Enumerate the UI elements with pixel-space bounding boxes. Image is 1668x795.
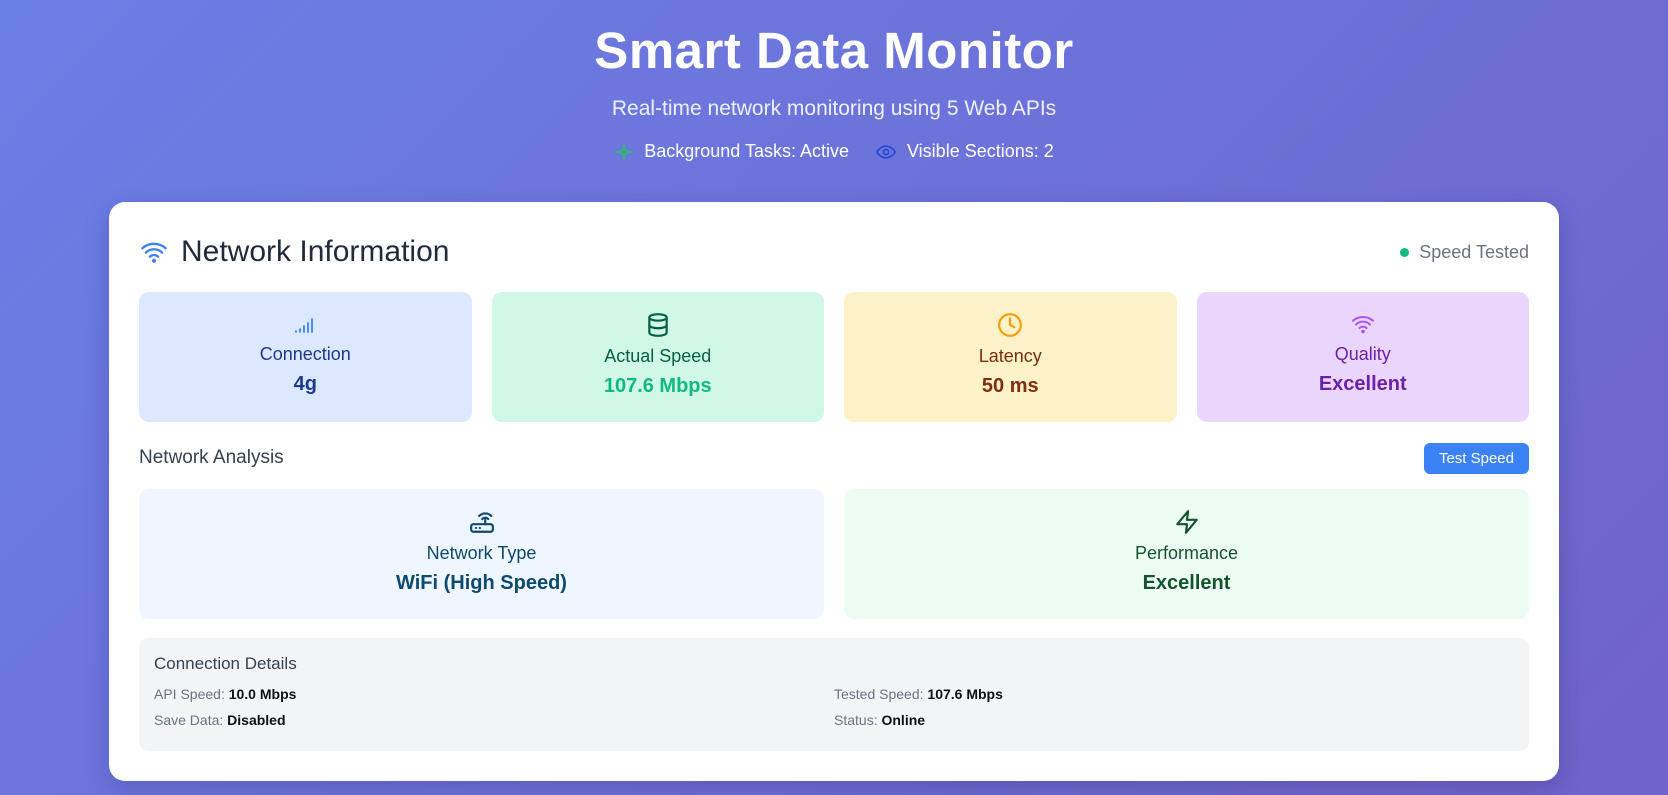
network-card-header: Network Information Speed Tested <box>139 232 1529 272</box>
activity-icon <box>615 142 634 161</box>
detail-value: Disabled <box>227 712 286 728</box>
page-title: Smart Data Monitor <box>594 22 1074 79</box>
detail-api-speed: API Speed: 10.0 Mbps <box>154 686 834 702</box>
analysis-title: Network Analysis <box>139 447 284 468</box>
router-icon <box>469 512 494 533</box>
detail-key: API Speed: <box>154 686 225 702</box>
stat-label: Quality <box>1334 344 1391 364</box>
stat-value: Excellent <box>1318 373 1407 395</box>
details-title: Connection Details <box>154 654 297 673</box>
connection-details: Connection Details API Speed: 10.0 Mbps … <box>139 638 1529 751</box>
wifi-icon <box>141 242 167 263</box>
network-title: Network Information <box>181 235 450 268</box>
background-tasks-label: Background Tasks: Active <box>644 141 849 161</box>
page-subtitle: Real-time network monitoring using 5 Web… <box>611 97 1057 120</box>
lightning-icon <box>1175 510 1198 534</box>
analysis-label: Network Type <box>426 543 537 563</box>
stat-value: 50 ms <box>981 375 1039 397</box>
detail-value: 107.6 Mbps <box>927 686 1003 702</box>
page-header: Smart Data Monitor Real-time network mon… <box>0 0 1668 162</box>
visible-sections-status: Visible Sections: 2 <box>875 141 1054 162</box>
detail-key: Save Data: <box>154 712 224 728</box>
detail-save-data: Save Data: Disabled <box>154 712 834 728</box>
stat-latency: Latency 50 ms <box>844 292 1177 422</box>
analysis-performance: Performance Excellent <box>844 489 1529 619</box>
test-speed-button[interactable]: Test Speed <box>1423 442 1529 474</box>
detail-value: Online <box>881 712 926 728</box>
analysis-network-type: Network Type WiFi (High Speed) <box>139 489 824 619</box>
clock-icon <box>998 313 1023 337</box>
network-stats: Connection 4g Actual Speed 107.6 Mbps La… <box>139 292 1529 422</box>
speed-tested-label: Speed Tested <box>1419 241 1529 262</box>
detail-value: 10.0 Mbps <box>228 686 297 702</box>
analysis-value: Excellent <box>1142 572 1231 594</box>
detail-tested-speed: Tested Speed: 107.6 Mbps <box>834 686 1514 702</box>
wifi-icon <box>1351 316 1374 334</box>
analysis-header: Network Analysis Test Speed <box>139 442 1529 474</box>
analysis-grid: Network Type WiFi (High Speed) Performan… <box>139 489 1529 619</box>
stat-label: Latency <box>978 346 1042 366</box>
details-grid: API Speed: 10.0 Mbps Tested Speed: 107.6… <box>154 686 1514 728</box>
signal-bars-icon <box>295 318 314 333</box>
stat-quality: Quality Excellent <box>1196 292 1529 422</box>
network-card: Network Information Speed Tested Connect… <box>109 202 1559 781</box>
stat-value: 107.6 Mbps <box>603 375 712 397</box>
network-title-wrap: Network Information <box>139 235 449 269</box>
detail-status: Status: Online <box>834 712 1514 728</box>
analysis-value: WiFi (High Speed) <box>396 572 567 594</box>
status-row: Background Tasks: Active Visible Section… <box>0 141 1668 162</box>
eye-icon <box>876 144 896 159</box>
detail-key: Tested Speed: <box>834 686 924 702</box>
stat-value: 4g <box>293 373 317 395</box>
background-tasks-status: Background Tasks: Active <box>614 141 849 162</box>
status-dot <box>1400 247 1410 257</box>
speed-tested-status: Speed Tested <box>1400 242 1529 263</box>
detail-key: Status: <box>834 712 878 728</box>
stat-actual-speed: Actual Speed 107.6 Mbps <box>491 292 824 422</box>
database-icon <box>648 313 668 337</box>
stat-label: Actual Speed <box>604 346 712 366</box>
stat-connection: Connection 4g <box>139 292 472 422</box>
visible-sections-label: Visible Sections: 2 <box>907 141 1054 161</box>
analysis-label: Performance <box>1134 543 1239 563</box>
stat-label: Connection <box>259 344 351 364</box>
